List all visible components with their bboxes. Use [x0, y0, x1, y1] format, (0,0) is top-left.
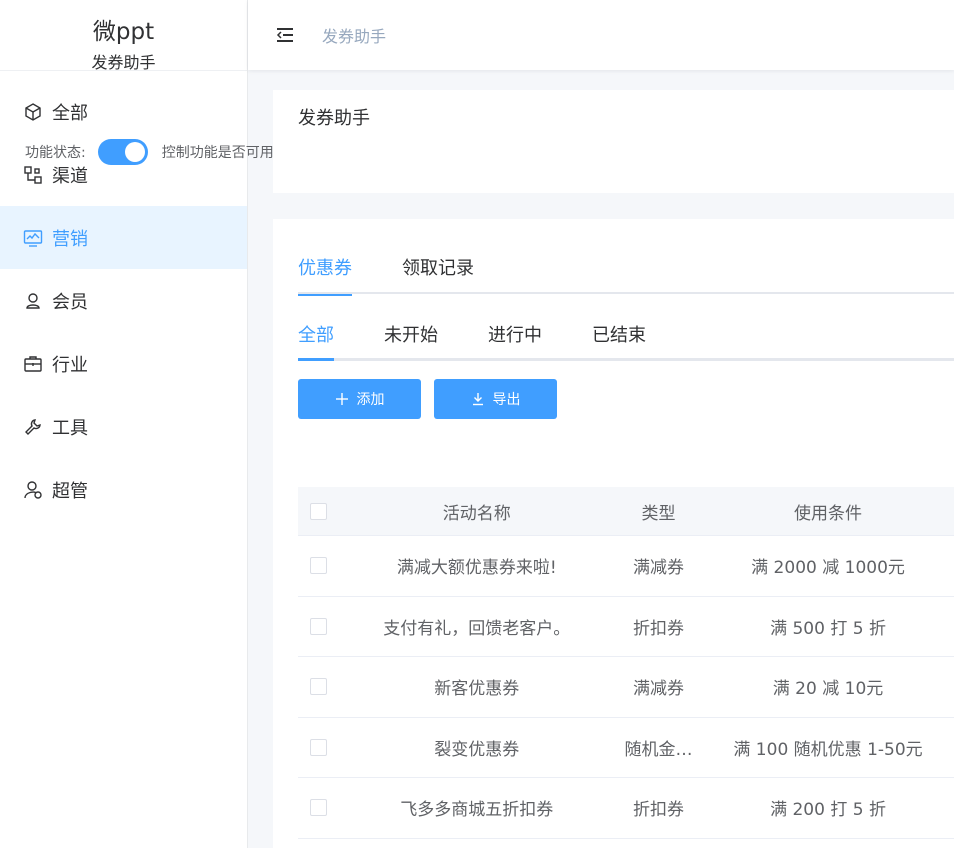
row-checkbox[interactable] — [309, 617, 327, 635]
sidebar-item-label: 会员 — [52, 291, 88, 313]
column-header-name: 活动名称 — [442, 503, 511, 524]
channel-icon — [21, 163, 45, 187]
cell-name: 飞多多商城五折扣券 — [400, 800, 554, 821]
sidebar-item-label: 工具 — [52, 417, 88, 439]
page-title: 发券助手 — [298, 108, 370, 129]
tab-coupons[interactable]: 优惠券 — [298, 256, 352, 296]
sidebar-item-member[interactable]: 会员 — [0, 269, 247, 332]
tab-claim-records[interactable]: 领取记录 — [402, 256, 474, 294]
sidebar-item-all[interactable]: 全部 — [0, 80, 247, 143]
breadcrumb: 发券助手 — [322, 27, 387, 46]
coupon-table: 活动名称 类型 使用条件 满减大额优惠券来啦! 满减券 满 2000 减 100… — [298, 487, 954, 839]
cell-type: 折扣券 — [632, 618, 684, 639]
column-header-condition: 使用条件 — [794, 503, 863, 524]
top-header: 发券助手 — [248, 0, 954, 70]
export-button-label: 导出 — [492, 392, 521, 408]
feature-toggle[interactable] — [97, 139, 148, 165]
table-header: 活动名称 类型 使用条件 — [298, 487, 954, 536]
cell-condition: 满 20 减 10元 — [772, 679, 884, 700]
table-row[interactable]: 支付有礼，回馈老客户。 折扣券 满 500 打 5 折 — [298, 597, 954, 657]
sidebar: 微ppt 发券助手 全部 渠道 营销 会员 行业 工具 超管 — [0, 0, 248, 848]
cell-condition: 满 100 随机优惠 1-50元 — [733, 739, 923, 760]
sidebar-item-tools[interactable]: 工具 — [0, 395, 247, 458]
feature-status-row: 功能状态: 控制功能是否可用 — [25, 139, 274, 165]
row-checkbox[interactable] — [309, 738, 327, 756]
sidebar-item-label: 行业 — [52, 354, 88, 376]
cell-type: 折扣券 — [632, 800, 684, 821]
status-description: 控制功能是否可用 — [161, 145, 274, 161]
monitor-chart-icon — [21, 226, 45, 250]
select-all-checkbox[interactable] — [309, 502, 327, 520]
download-icon — [472, 393, 483, 406]
sidebar-item-label: 超管 — [52, 480, 88, 502]
subtab-not-started[interactable]: 未开始 — [384, 323, 438, 358]
box-icon — [21, 100, 45, 124]
main-tabs: 优惠券 领取记录 — [298, 256, 954, 296]
sidebar-item-admin[interactable]: 超管 — [0, 458, 247, 521]
cell-name: 新客优惠券 — [434, 679, 520, 700]
sidebar-item-label: 渠道 — [52, 165, 88, 187]
subtab-all[interactable]: 全部 — [298, 323, 334, 361]
cell-condition: 满 200 打 5 折 — [770, 800, 886, 821]
admin-user-icon — [21, 478, 45, 502]
table-row[interactable]: 飞多多商城五折扣券 折扣券 满 200 打 5 折 — [298, 778, 954, 839]
menu-toggle-icon[interactable] — [275, 25, 295, 45]
add-button-label: 添加 — [356, 392, 385, 408]
table-row[interactable]: 满减大额优惠券来啦! 满减券 满 2000 减 1000元 — [298, 536, 954, 597]
row-checkbox[interactable] — [309, 799, 327, 817]
cell-name: 满减大额优惠券来啦! — [396, 558, 557, 579]
sidebar-item-industry[interactable]: 行业 — [0, 332, 247, 395]
cell-type: 满减券 — [632, 558, 684, 579]
feature-panel: 发券助手 — [273, 90, 954, 193]
coupon-panel: 优惠券 领取记录 全部 未开始 进行中 已结束 添加 导出 活动名称 类型 使用… — [273, 219, 954, 848]
sidebar-item-label: 营销 — [52, 228, 88, 250]
subtab-in-progress[interactable]: 进行中 — [488, 323, 542, 358]
cell-type: 满减券 — [632, 679, 684, 700]
cell-name: 支付有礼，回馈老客户。 — [383, 618, 571, 639]
sidebar-item-label: 全部 — [52, 102, 88, 124]
brand: 微ppt 发券助手 — [0, 0, 247, 72]
brand-subtitle: 发券助手 — [91, 53, 156, 72]
action-buttons: 添加 导出 — [298, 379, 570, 419]
toggle-knob — [124, 142, 145, 162]
table-row[interactable]: 裂变优惠券 随机金… 满 100 随机优惠 1-50元 — [298, 718, 954, 778]
row-checkbox[interactable] — [309, 557, 327, 575]
cell-condition: 满 500 打 5 折 — [770, 618, 886, 639]
table-row[interactable]: 新客优惠券 满减券 满 20 减 10元 — [298, 657, 954, 718]
status-label: 功能状态: — [25, 145, 86, 161]
brand-title: 微ppt — [92, 19, 155, 45]
plus-icon — [335, 393, 348, 405]
column-header-type: 类型 — [641, 503, 676, 524]
user-icon — [21, 289, 45, 313]
cell-type: 随机金… — [624, 739, 693, 760]
row-checkbox[interactable] — [309, 678, 327, 696]
wrench-icon — [21, 415, 45, 439]
cell-name: 裂变优惠券 — [434, 739, 520, 760]
export-button[interactable]: 导出 — [434, 379, 557, 419]
add-button[interactable]: 添加 — [298, 379, 421, 419]
briefcase-icon — [21, 352, 45, 376]
subtab-ended[interactable]: 已结束 — [592, 323, 646, 358]
cell-condition: 满 2000 减 1000元 — [751, 558, 905, 579]
sidebar-item-marketing[interactable]: 营销 — [0, 206, 247, 269]
status-tabs: 全部 未开始 进行中 已结束 — [298, 323, 954, 361]
